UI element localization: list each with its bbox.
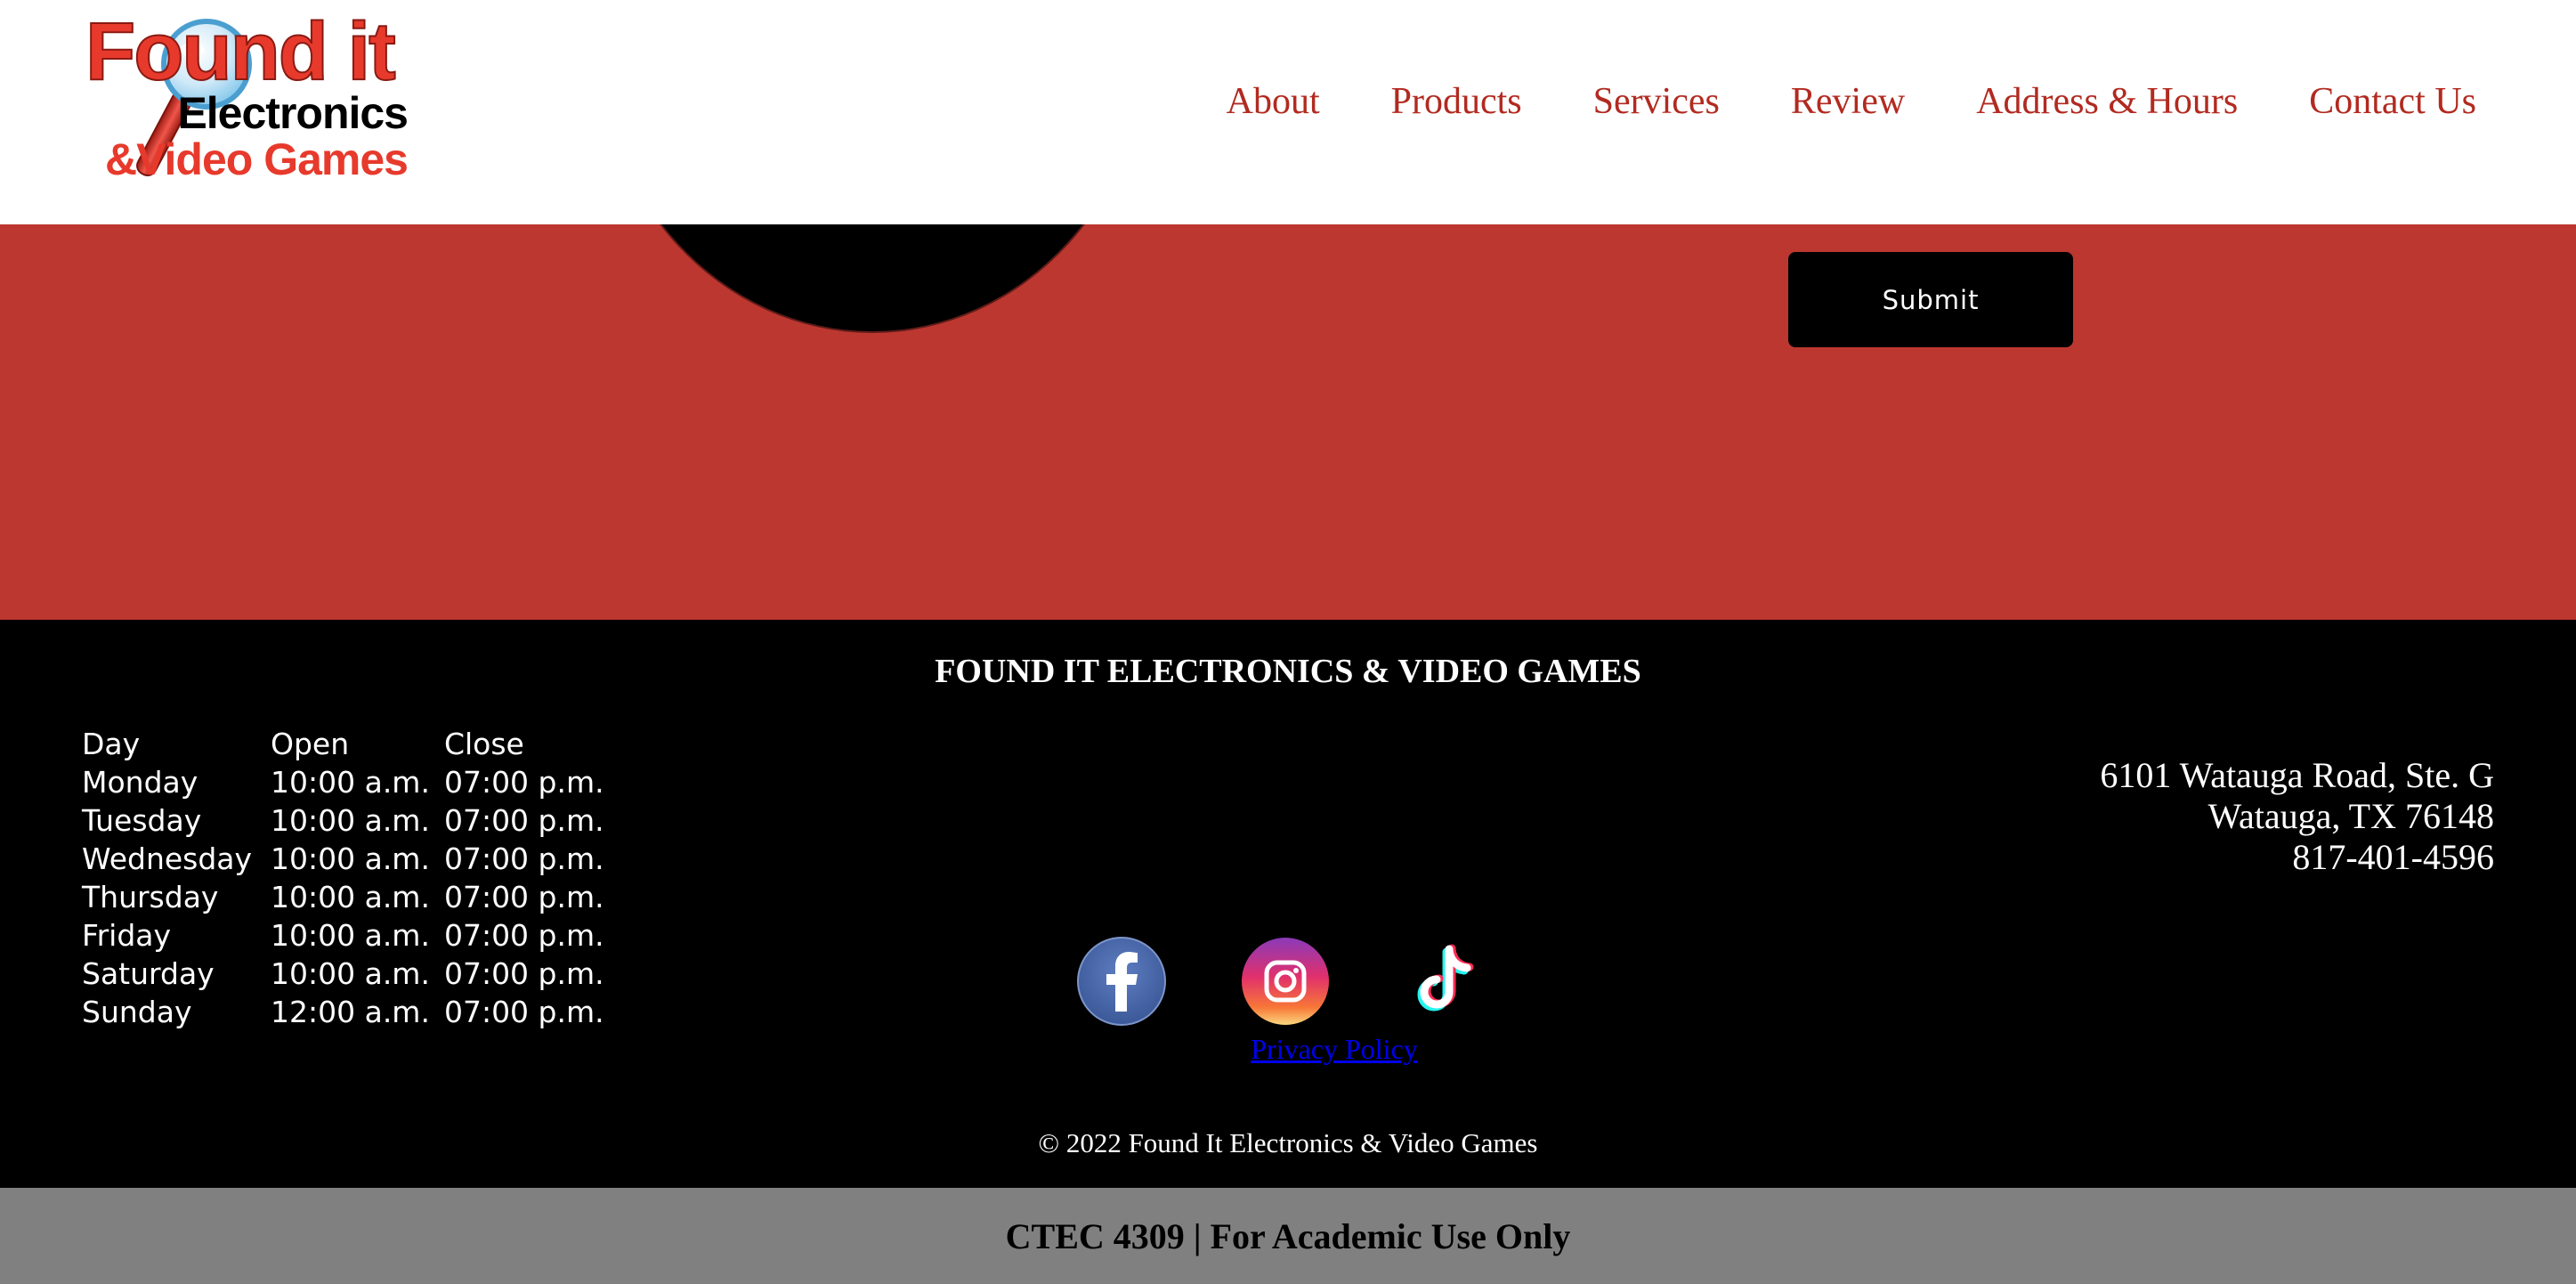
table-row: Friday 10:00 a.m. 07:00 p.m. [82, 916, 619, 955]
day-cell: Sunday [82, 995, 192, 1029]
tiktok-icon[interactable] [1406, 937, 1483, 1026]
logo-line-video-games: &Video Games [104, 134, 409, 184]
table-row: Saturday 10:00 a.m. 07:00 p.m. [82, 955, 619, 993]
column-header-close: Close [443, 727, 524, 761]
site-footer: FOUND IT ELECTRONICS & VIDEO GAMES Day O… [0, 620, 2576, 1188]
address-street: 6101 Watauga Road, Ste. G [2100, 755, 2494, 795]
site-header: Found it Electronics &Video Games About … [0, 0, 2576, 224]
facebook-icon[interactable] [1077, 937, 1166, 1026]
privacy-policy-container: Privacy Policy [0, 1033, 2576, 1066]
nav-contact-us[interactable]: Contact Us [2309, 80, 2476, 123]
open-cell: 10:00 a.m. [271, 956, 430, 991]
day-cell: Tuesday [82, 803, 202, 838]
open-cell: 10:00 a.m. [271, 841, 430, 876]
privacy-policy-link[interactable]: Privacy Policy [1251, 1033, 1418, 1065]
open-cell: 10:00 a.m. [271, 803, 430, 838]
open-cell: 10:00 a.m. [271, 765, 430, 800]
instagram-icon[interactable] [1241, 937, 1330, 1026]
table-row: Wednesday 10:00 a.m. 07:00 p.m. [82, 840, 619, 878]
table-header-row: Day Open Close [82, 725, 619, 763]
day-cell: Wednesday [82, 841, 253, 876]
main-nav: About Products Services Review Address &… [1227, 80, 2476, 123]
social-links [1077, 937, 1486, 1029]
table-row: Thursday 10:00 a.m. 07:00 p.m. [82, 878, 619, 916]
address-city: Watauga, TX 76148 [2207, 796, 2494, 836]
contact-section: Submit [0, 224, 2576, 620]
academic-notice-bar: CTEC 4309 | For Academic Use Only [0, 1188, 2576, 1284]
logo-line-electronics: Electronics [177, 88, 409, 138]
footer-title: FOUND IT ELECTRONICS & VIDEO GAMES [935, 653, 1641, 690]
nav-about[interactable]: About [1227, 80, 1320, 123]
day-cell: Saturday [82, 956, 215, 991]
column-header-day: Day [82, 727, 141, 761]
nav-review[interactable]: Review [1791, 80, 1905, 123]
close-cell: 07:00 p.m. [443, 803, 604, 838]
submit-button[interactable]: Submit [1788, 252, 2073, 347]
store-hours-table: Day Open Close Monday 10:00 a.m. 07:00 p… [82, 725, 619, 1031]
nav-products[interactable]: Products [1391, 80, 1522, 123]
nav-services[interactable]: Services [1593, 80, 1720, 123]
table-row: Sunday 12:00 a.m. 07:00 p.m. [82, 993, 619, 1031]
column-header-open: Open [271, 727, 350, 761]
close-cell: 07:00 p.m. [443, 841, 604, 876]
address-phone[interactable]: 817-401-4596 [2100, 837, 2494, 878]
store-logo[interactable]: Found it Electronics &Video Games [85, 7, 417, 185]
close-cell: 07:00 p.m. [443, 995, 604, 1029]
nav-address-hours[interactable]: Address & Hours [1976, 80, 2238, 123]
day-cell: Friday [82, 918, 172, 953]
open-cell: 12:00 a.m. [271, 995, 430, 1029]
day-cell: Monday [82, 765, 198, 800]
table-row: Tuesday 10:00 a.m. 07:00 p.m. [82, 801, 619, 840]
day-cell: Thursday [82, 880, 219, 914]
close-cell: 07:00 p.m. [443, 918, 604, 953]
table-row: Monday 10:00 a.m. 07:00 p.m. [82, 763, 619, 801]
open-cell: 10:00 a.m. [271, 880, 430, 914]
close-cell: 07:00 p.m. [443, 956, 604, 991]
decorative-circle [596, 224, 1148, 331]
store-address: 6101 Watauga Road, Ste. G Watauga, TX 76… [2100, 755, 2494, 878]
close-cell: 07:00 p.m. [443, 880, 604, 914]
close-cell: 07:00 p.m. [443, 765, 604, 800]
open-cell: 10:00 a.m. [271, 918, 430, 953]
logo-line-found-it: Found it [85, 6, 397, 97]
copyright-text: © 2022 Found It Electronics & Video Game… [1038, 1127, 1538, 1158]
